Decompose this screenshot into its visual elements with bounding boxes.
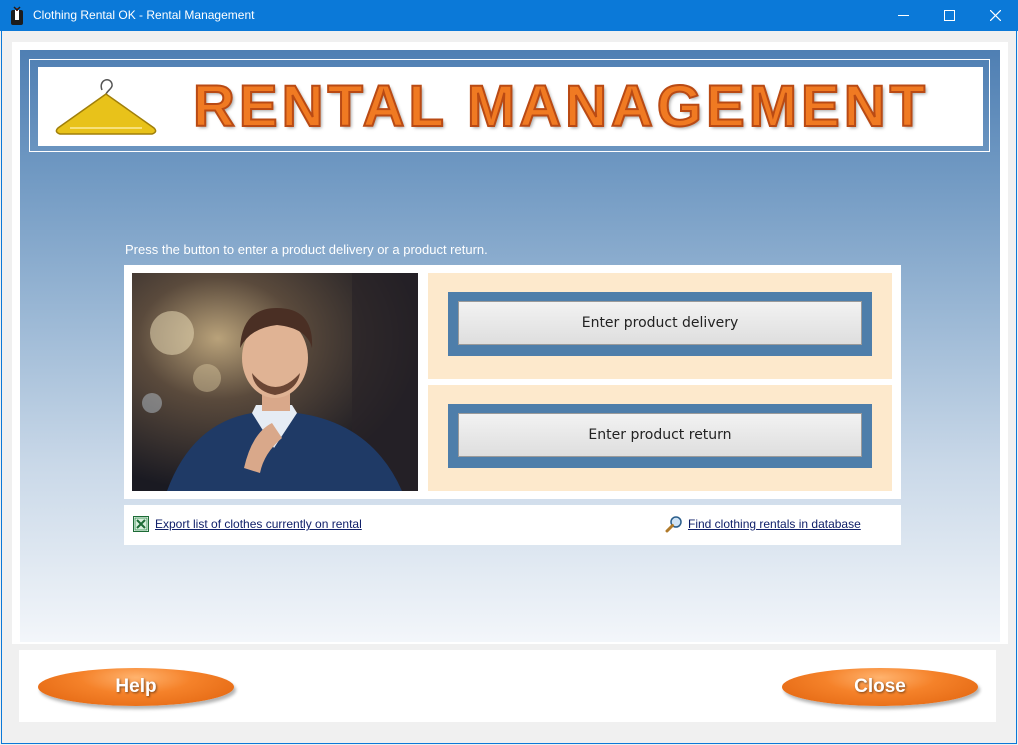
minimize-button[interactable] (880, 0, 926, 31)
enter-return-button[interactable]: Enter product return (458, 413, 862, 457)
close-button[interactable]: Close (782, 668, 978, 706)
tuxedo-app-icon (11, 6, 23, 25)
window-title: Clothing Rental OK - Rental Management (33, 8, 255, 22)
banner-title: RENTAL MANAGEMENT (192, 74, 930, 140)
close-window-button[interactable] (972, 0, 1018, 31)
magnifier-icon (665, 516, 682, 533)
main-panel: RENTAL MANAGEMENT Press the button to en… (12, 42, 1008, 644)
return-cell: Enter product return (428, 385, 892, 491)
minimize-icon (897, 15, 909, 16)
footer-bar: Help Close (19, 650, 996, 722)
delivery-cell: Enter product delivery (428, 273, 892, 379)
close-icon (989, 10, 1001, 21)
hanger-icon (55, 79, 157, 135)
return-button-frame: Enter product return (448, 404, 872, 468)
main-gradient-area: RENTAL MANAGEMENT Press the button to en… (20, 50, 1000, 642)
help-button[interactable]: Help (38, 668, 234, 706)
banner: RENTAL MANAGEMENT (29, 59, 990, 152)
banner-inner: RENTAL MANAGEMENT (38, 67, 983, 146)
delivery-button-frame: Enter product delivery (448, 292, 872, 356)
excel-icon (133, 516, 149, 532)
maximize-icon (943, 10, 955, 21)
links-bar: Export list of clothes currently on rent… (124, 505, 901, 545)
enter-delivery-button[interactable]: Enter product delivery (458, 301, 862, 345)
instruction-text: Press the button to enter a product deli… (125, 242, 488, 257)
man-photo (132, 273, 418, 491)
export-rentals-link[interactable]: Export list of clothes currently on rent… (155, 517, 362, 531)
maximize-button[interactable] (926, 0, 972, 31)
find-rentals-link[interactable]: Find clothing rentals in database (688, 517, 861, 531)
action-panel: Enter product delivery Enter product ret… (124, 265, 901, 499)
title-bar: Clothing Rental OK - Rental Management (0, 0, 1018, 31)
